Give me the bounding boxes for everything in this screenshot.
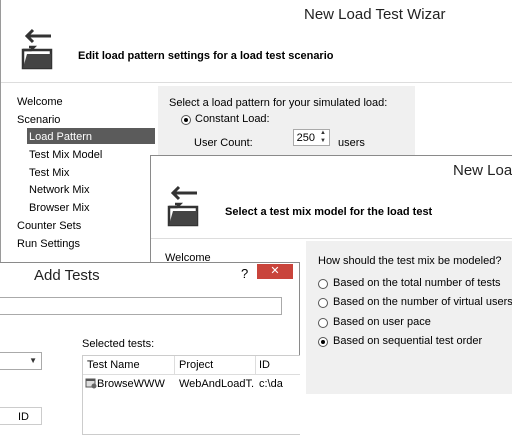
nav-counter-sets[interactable]: Counter Sets xyxy=(17,220,81,232)
wizard2-titlebar: New Load xyxy=(151,156,512,185)
search-input[interactable] xyxy=(0,297,282,315)
nav-welcome[interactable]: Welcome xyxy=(17,96,63,108)
nav-browser-mix[interactable]: Browser Mix xyxy=(29,202,90,214)
add-tests-dialog: Add Tests ? ✕ ▼ ID Selected tests: Test … xyxy=(0,262,300,435)
row-id: c:\da xyxy=(259,378,283,390)
constant-load-label: Constant Load: xyxy=(195,113,270,125)
stepper-up-icon[interactable]: ▲ xyxy=(318,130,328,137)
add-tests-title: Add Tests xyxy=(34,267,100,284)
column-header-test-name[interactable]: Test Name xyxy=(87,359,173,371)
option-sequential-order-label[interactable]: Based on sequential test order xyxy=(333,335,482,347)
wizard-folder-icon xyxy=(167,185,199,227)
user-count-label: User Count: xyxy=(194,137,253,149)
nav-test-mix-model[interactable]: Test Mix Model xyxy=(29,149,102,161)
wizard1-titlebar: New Load Test Wizar xyxy=(1,0,512,29)
option-user-pace-label[interactable]: Based on user pace xyxy=(333,316,431,328)
test-mix-model-panel: How should the test mix be modeled? Base… xyxy=(306,241,512,394)
selected-tests-grid: Test Name Project ID BrowseWWW WebAndLoa… xyxy=(82,355,300,435)
nav-network-mix[interactable]: Network Mix xyxy=(29,184,90,196)
column-divider xyxy=(174,356,175,374)
option-user-pace-radio[interactable] xyxy=(318,318,328,328)
option-virtual-users-radio[interactable] xyxy=(318,298,328,308)
available-tests-id-header[interactable]: ID xyxy=(0,407,42,425)
wizard2-title: New Load xyxy=(453,162,512,179)
column-divider xyxy=(255,356,256,374)
wizard2-divider xyxy=(151,238,512,239)
selected-tests-header-row: Test Name Project ID xyxy=(83,356,300,375)
option-sequential-order-radio[interactable] xyxy=(318,337,328,347)
close-button[interactable]: ✕ xyxy=(257,264,293,279)
load-pattern-panel: Select a load pattern for your simulated… xyxy=(158,86,415,166)
row-project: WebAndLoadT... xyxy=(179,378,255,390)
nav-run-settings[interactable]: Run Settings xyxy=(17,238,80,250)
column-header-project[interactable]: Project xyxy=(179,359,255,371)
option-virtual-users-label[interactable]: Based on the number of virtual users xyxy=(333,296,512,308)
selected-tests-label: Selected tests: xyxy=(82,338,155,350)
nav-scenario[interactable]: Scenario xyxy=(17,114,60,126)
user-count-stepper[interactable]: 250 ▲ ▼ xyxy=(293,129,330,146)
help-button[interactable]: ? xyxy=(241,266,248,281)
row-test-name: BrowseWWW xyxy=(97,378,165,390)
wizard1-heading: Edit load pattern settings for a load te… xyxy=(78,50,334,62)
column-header-id[interactable]: ID xyxy=(259,359,299,371)
wizard1-title: New Load Test Wizar xyxy=(304,6,446,23)
users-unit-label: users xyxy=(338,137,365,149)
id-column-label: ID xyxy=(18,411,29,423)
user-count-value: 250 xyxy=(296,132,315,144)
nav-load-pattern[interactable]: Load Pattern xyxy=(29,131,92,143)
table-row[interactable]: BrowseWWW WebAndLoadT... c:\da xyxy=(83,376,300,393)
option-total-tests-radio[interactable] xyxy=(318,279,328,289)
close-icon: ✕ xyxy=(270,265,280,277)
constant-load-radio[interactable] xyxy=(181,115,191,125)
wizard1-divider xyxy=(1,82,512,83)
test-mix-prompt: How should the test mix be modeled? xyxy=(318,255,502,267)
wizard-folder-icon xyxy=(21,28,53,70)
chevron-down-icon: ▼ xyxy=(29,356,37,365)
stepper-down-icon[interactable]: ▼ xyxy=(318,138,328,145)
option-total-tests-label[interactable]: Based on the total number of tests xyxy=(333,277,501,289)
filter-dropdown[interactable]: ▼ xyxy=(0,352,42,370)
wizard2-heading: Select a test mix model for the load tes… xyxy=(225,206,433,218)
pattern-prompt: Select a load pattern for your simulated… xyxy=(169,97,388,109)
nav-test-mix[interactable]: Test Mix xyxy=(29,167,69,179)
web-test-icon xyxy=(85,378,97,389)
